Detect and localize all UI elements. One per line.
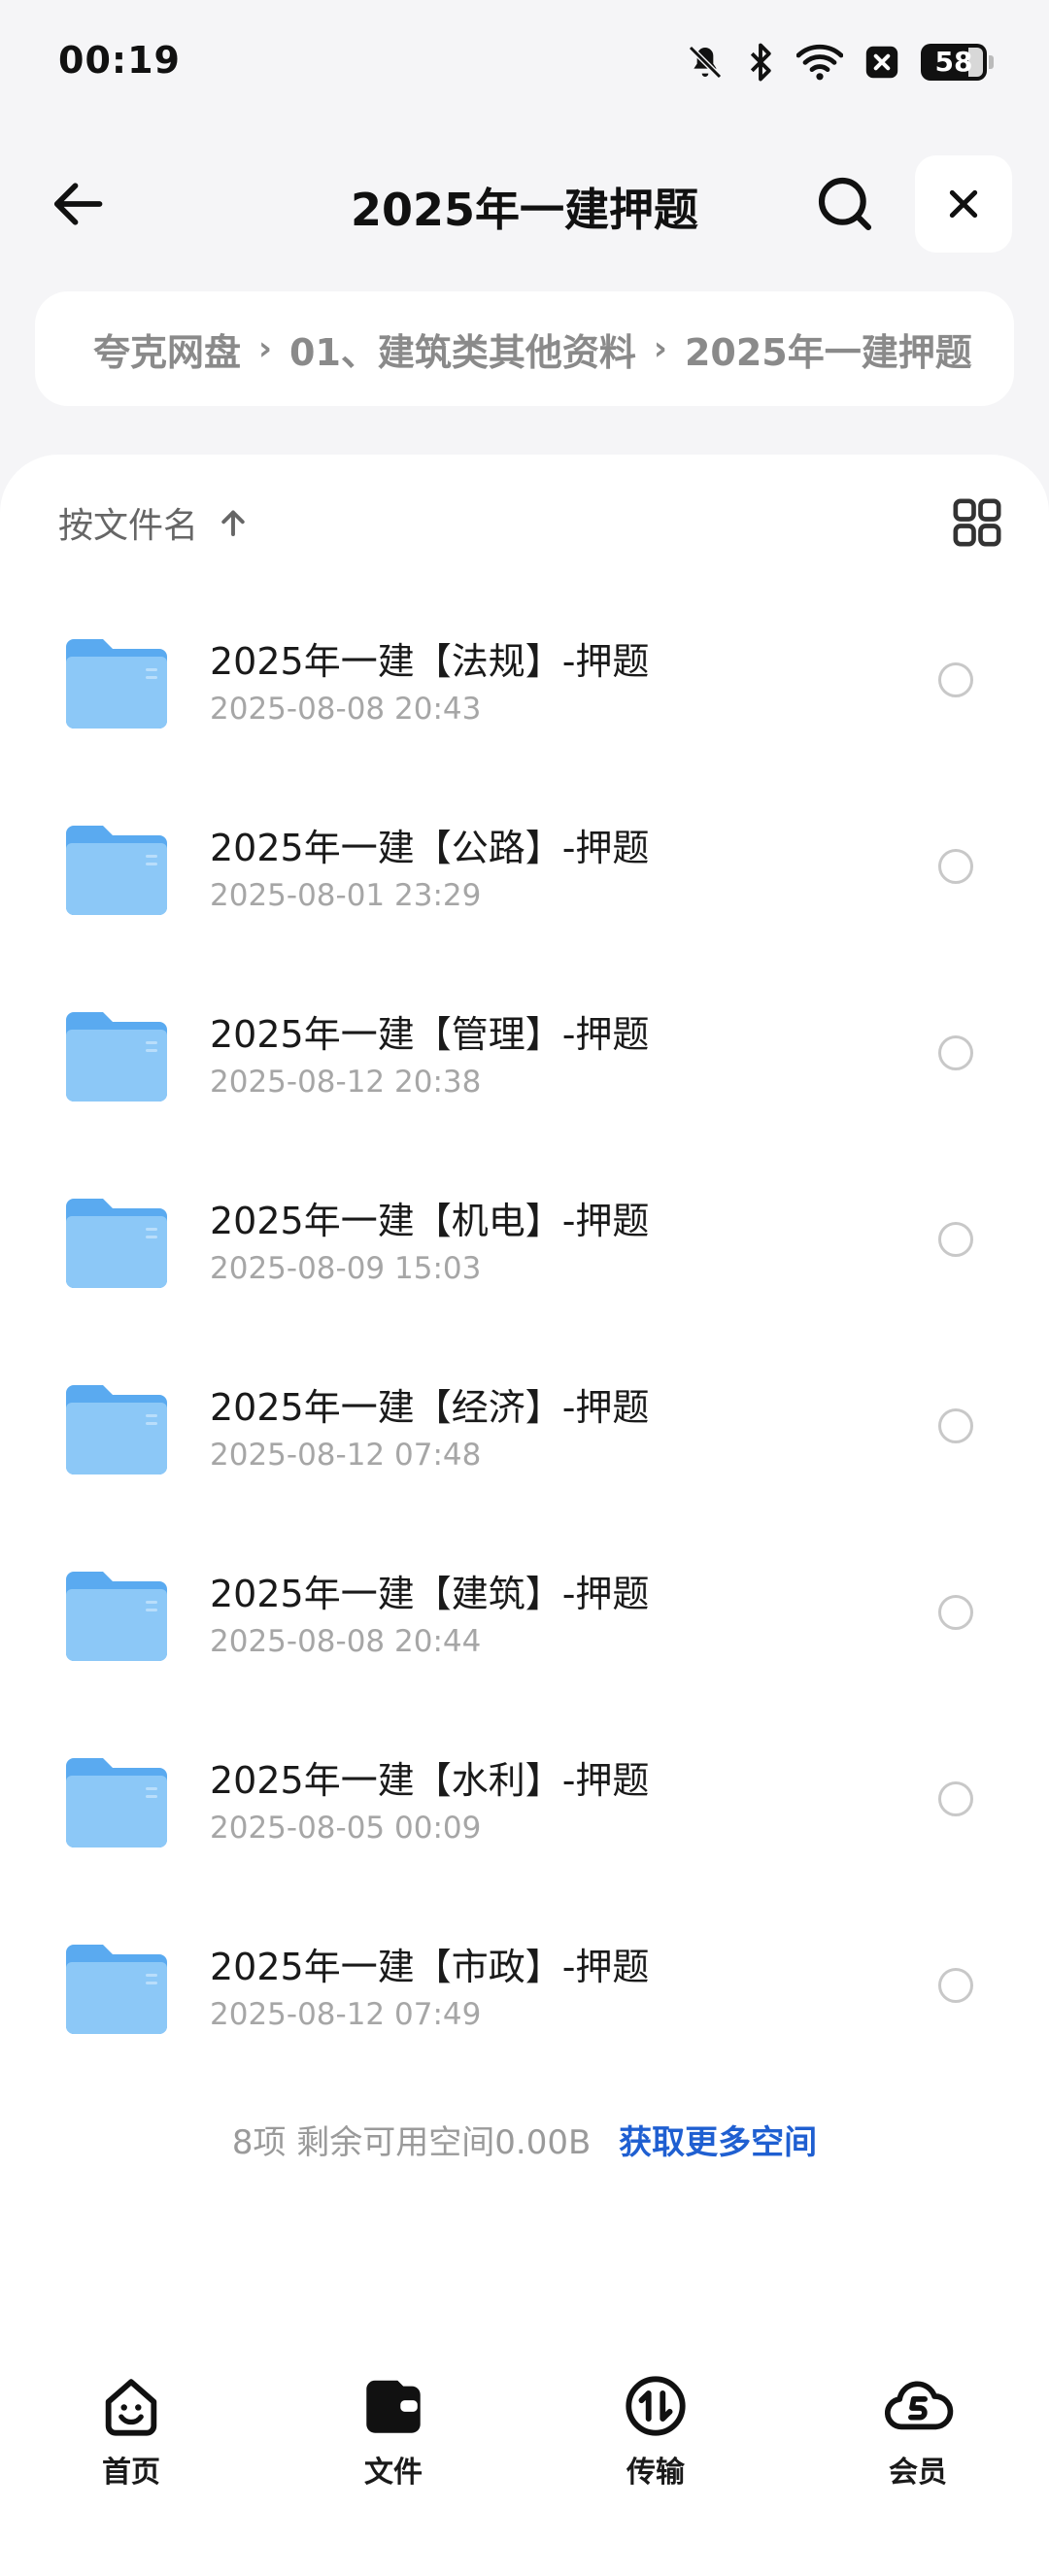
search-button[interactable] — [806, 165, 884, 243]
nav-label: 首页 — [102, 2456, 160, 2490]
file-row[interactable]: 2025年一建【水利】-押题 2025-08-05 00:09 — [0, 1702, 1049, 1888]
select-checkbox[interactable] — [938, 1781, 973, 1816]
item-count-text: 8项 剩余可用空间0.00B — [231, 2123, 592, 2162]
grid-view-button[interactable] — [944, 490, 1010, 556]
file-name: 2025年一建【市政】-押题 — [210, 1946, 650, 1988]
file-date: 2025-08-12 20:38 — [210, 1065, 482, 1100]
search-icon — [818, 177, 872, 231]
file-name: 2025年一建【经济】-押题 — [210, 1386, 650, 1429]
grid-view-icon — [953, 498, 1001, 547]
file-row[interactable]: 2025年一建【法规】-押题 2025-08-08 20:43 — [0, 583, 1049, 769]
file-browser-page: 00:19 58 2025年一建押题 夸克网盘 › 01、建筑类其他资料 › 2… — [0, 0, 1049, 2576]
battery-level: 58 — [934, 46, 973, 78]
file-name: 2025年一建【公路】-押题 — [210, 827, 650, 869]
home-face-icon — [105, 2379, 157, 2436]
file-name: 2025年一建【建筑】-押题 — [210, 1573, 650, 1615]
folder-icon — [66, 1758, 167, 1847]
select-checkbox[interactable] — [938, 1035, 973, 1070]
nav-label: 传输 — [626, 2456, 685, 2490]
file-row[interactable]: 2025年一建【市政】-押题 2025-08-12 07:49 — [0, 1888, 1049, 2075]
chevron-right-icon: › — [653, 329, 667, 368]
nav-item-home[interactable]: 首页 — [0, 2370, 262, 2525]
sort-label: 按文件名 — [58, 506, 199, 546]
file-row[interactable]: 2025年一建【公路】-押题 2025-08-01 23:29 — [0, 769, 1049, 956]
file-row[interactable]: 2025年一建【建筑】-押题 2025-08-08 20:44 — [0, 1515, 1049, 1702]
header: 2025年一建押题 — [0, 146, 1049, 262]
file-row[interactable]: 2025年一建【管理】-押题 2025-08-12 20:38 — [0, 956, 1049, 1142]
page-title: 2025年一建押题 — [350, 184, 699, 236]
file-date: 2025-08-05 00:09 — [210, 1811, 482, 1846]
status-icons: 58 — [686, 39, 994, 85]
nav-label: 会员 — [889, 2456, 947, 2490]
breadcrumb-item-root[interactable]: 夸克网盘 — [93, 322, 241, 376]
file-name: 2025年一建【管理】-押题 — [210, 1013, 650, 1056]
file-date: 2025-08-08 20:44 — [210, 1624, 482, 1659]
select-checkbox[interactable] — [938, 849, 973, 884]
file-date: 2025-08-09 15:03 — [210, 1251, 482, 1286]
nav-item-transfer[interactable]: 传输 — [524, 2370, 787, 2525]
file-date: 2025-08-08 20:43 — [210, 692, 482, 727]
nav-item-vip[interactable]: 会员 — [787, 2370, 1049, 2525]
wifi-icon — [796, 44, 843, 81]
file-name: 2025年一建【法规】-押题 — [210, 640, 650, 683]
arrow-up-icon — [221, 510, 245, 536]
file-date: 2025-08-12 07:49 — [210, 1997, 482, 2032]
file-name: 2025年一建【水利】-押题 — [210, 1759, 650, 1802]
select-checkbox[interactable] — [938, 1408, 973, 1443]
close-button[interactable] — [915, 155, 1012, 253]
folder-icon — [66, 1385, 167, 1474]
select-checkbox[interactable] — [938, 1222, 973, 1257]
transfer-icon — [626, 2376, 686, 2436]
storage-info: 8项 剩余可用空间0.00B 获取更多空间 — [0, 2116, 1049, 2163]
folder-icon — [66, 639, 167, 729]
cloud-vip-icon — [884, 2381, 954, 2430]
folder-icon — [66, 826, 167, 915]
sort-toggle[interactable]: 按文件名 — [58, 493, 251, 552]
file-row[interactable]: 2025年一建【经济】-押题 2025-08-12 07:48 — [0, 1329, 1049, 1515]
status-bar: 00:19 58 — [0, 0, 1049, 117]
select-checkbox[interactable] — [938, 1968, 973, 2003]
folder-icon — [66, 1012, 167, 1102]
breadcrumb: 夸克网盘 › 01、建筑类其他资料 › 2025年一建押题 — [35, 291, 1014, 406]
file-date: 2025-08-01 23:29 — [210, 878, 482, 913]
wallet-folder-icon — [366, 2380, 421, 2433]
file-row[interactable]: 2025年一建【机电】-押题 2025-08-09 15:03 — [0, 1142, 1049, 1329]
file-panel: 按文件名 2025年一建【法规】-押题 2025-08-08 20:43 202… — [0, 455, 1049, 2576]
close-icon — [949, 189, 978, 219]
folder-icon — [66, 1199, 167, 1288]
file-date: 2025-08-12 07:48 — [210, 1438, 482, 1473]
file-list: 2025年一建【法规】-押题 2025-08-08 20:43 2025年一建【… — [0, 583, 1049, 2075]
battery-icon: 58 — [921, 44, 994, 81]
chevron-right-icon: › — [258, 329, 273, 368]
folder-icon — [66, 1572, 167, 1661]
bottom-nav: 首页 文件 传输 会员 — [0, 2370, 1049, 2525]
breadcrumb-item-parent[interactable]: 01、建筑类其他资料 — [289, 322, 636, 376]
bluetooth-icon — [750, 43, 771, 82]
bell-muted-icon — [688, 45, 723, 80]
status-time: 00:19 — [58, 39, 181, 82]
breadcrumb-item-current[interactable]: 2025年一建押题 — [685, 322, 972, 376]
nav-label: 文件 — [364, 2456, 423, 2490]
get-more-space-link[interactable]: 获取更多空间 — [619, 2123, 817, 2162]
select-checkbox[interactable] — [938, 662, 973, 697]
select-checkbox[interactable] — [938, 1595, 973, 1630]
file-name: 2025年一建【机电】-押题 — [210, 1200, 650, 1242]
nav-item-files[interactable]: 文件 — [262, 2370, 524, 2525]
close-box-icon — [865, 46, 898, 79]
folder-icon — [66, 1945, 167, 2034]
